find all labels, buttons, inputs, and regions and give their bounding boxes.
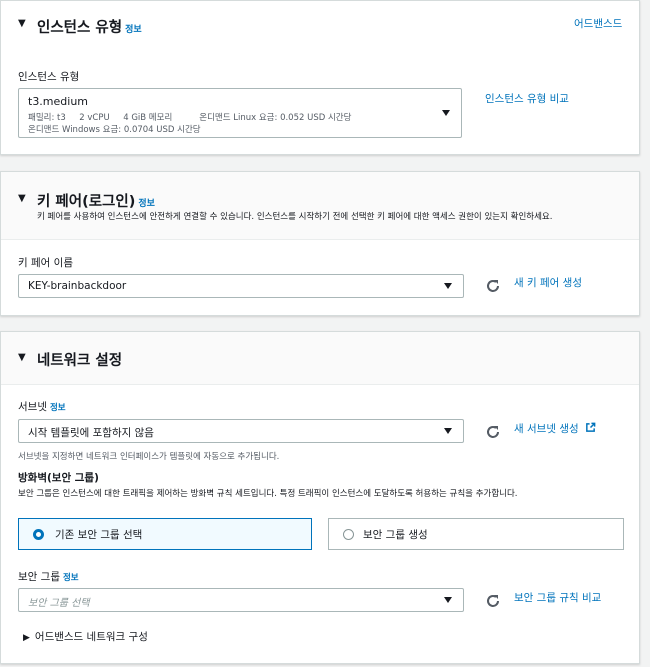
radio-create-label: 보안 그룹 생성 (363, 529, 428, 541)
key-pair-select[interactable]: KEY-brainbackdoor (18, 274, 464, 298)
radio-button[interactable] (33, 529, 44, 540)
firewall-description: 보안 그룹은 인스턴스에 대한 트래픽을 제어하는 방화벽 규칙 세트입니다. … (18, 489, 518, 499)
chevron-down-icon (442, 110, 450, 116)
instance-type-select[interactable]: t3.medium 패밀리: t3 2 vCPU 4 GiB 메모리 온디맨드 … (18, 88, 462, 138)
compare-instance-types-link[interactable]: 인스턴스 유형 비교 (485, 91, 569, 106)
info-link[interactable]: 정보 (125, 25, 142, 35)
collapse-triangle-icon[interactable]: ▼ (18, 18, 26, 29)
expand-triangle-icon: ▶ (23, 633, 30, 643)
collapse-triangle-icon[interactable]: ▼ (18, 193, 26, 204)
info-link[interactable]: 정보 (63, 573, 79, 583)
create-key-pair-link[interactable]: 새 키 페어 생성 (514, 275, 582, 290)
key-pair-value: KEY-brainbackdoor (28, 280, 127, 292)
key-pair-title: 키 페어(로그인) 정보 (37, 194, 155, 210)
refresh-icon[interactable] (485, 424, 501, 440)
security-group-select[interactable]: 보안 그룹 선택 (18, 588, 464, 612)
key-pair-name-label: 키 페어 이름 (18, 257, 73, 269)
advanced-network-toggle[interactable]: ▶ 어드밴스드 네트워크 구성 (23, 629, 148, 644)
refresh-icon[interactable] (485, 278, 501, 294)
collapse-triangle-icon[interactable]: ▼ (18, 352, 26, 363)
info-link[interactable]: 정보 (50, 403, 66, 413)
external-link-icon (586, 422, 596, 432)
radio-button[interactable] (343, 529, 354, 540)
radio-existing-security-group[interactable]: 기존 보안 그룹 선택 (18, 518, 312, 550)
network-panel: ▼ 네트워크 설정 서브넷 정보 시작 템플릿에 포함하지 않음 새 서브넷 생성… (0, 331, 640, 664)
create-subnet-link[interactable]: 새 서브넷 생성 (514, 421, 596, 436)
subnet-value: 시작 템플릿에 포함하지 않음 (28, 427, 154, 439)
subnet-hint: 서브넷을 지정하면 네트워크 인터페이스가 템플릿에 자동으로 추가됩니다. (18, 452, 280, 462)
firewall-label: 방화벽(보안 그룹) (18, 472, 99, 484)
instance-type-panel: ▼ 인스턴스 유형 정보 어드밴스드 인스턴스 유형 t3.medium 패밀리:… (0, 0, 640, 155)
refresh-icon[interactable] (485, 593, 501, 609)
instance-type-title: 인스턴스 유형 정보 (37, 20, 142, 36)
compare-sg-rules-link[interactable]: 보안 그룹 규칙 비교 (514, 590, 601, 605)
radio-existing-label: 기존 보안 그룹 선택 (55, 529, 143, 541)
chevron-down-icon (444, 283, 452, 289)
instance-type-detail: 패밀리: t3 2 vCPU 4 GiB 메모리 온디맨드 Linux 요금: … (28, 113, 352, 123)
chevron-down-icon (444, 428, 452, 434)
security-group-placeholder: 보안 그룹 선택 (28, 598, 90, 609)
chevron-down-icon (444, 597, 452, 603)
key-pair-panel: ▼ 키 페어(로그인) 정보 키 페어를 사용하여 인스턴스에 안전하게 연결할 … (0, 171, 640, 316)
instance-type-name: t3.medium (28, 95, 89, 108)
key-pair-description: 키 페어를 사용하여 인스턴스에 안전하게 연결할 수 있습니다. 인스턴스를 … (37, 212, 553, 222)
advanced-link[interactable]: 어드밴스드 (574, 16, 622, 31)
subnet-select[interactable]: 시작 템플릿에 포함하지 않음 (18, 419, 464, 443)
security-group-label: 보안 그룹 정보 (18, 571, 79, 583)
subnet-label: 서브넷 정보 (18, 401, 66, 413)
radio-create-security-group[interactable]: 보안 그룹 생성 (328, 518, 624, 550)
instance-type-detail-windows: 온디맨드 Windows 요금: 0.0704 USD 시간당 (28, 125, 201, 135)
info-link[interactable]: 정보 (138, 199, 155, 209)
network-title: 네트워크 설정 (37, 353, 123, 369)
instance-type-label: 인스턴스 유형 (18, 71, 80, 83)
